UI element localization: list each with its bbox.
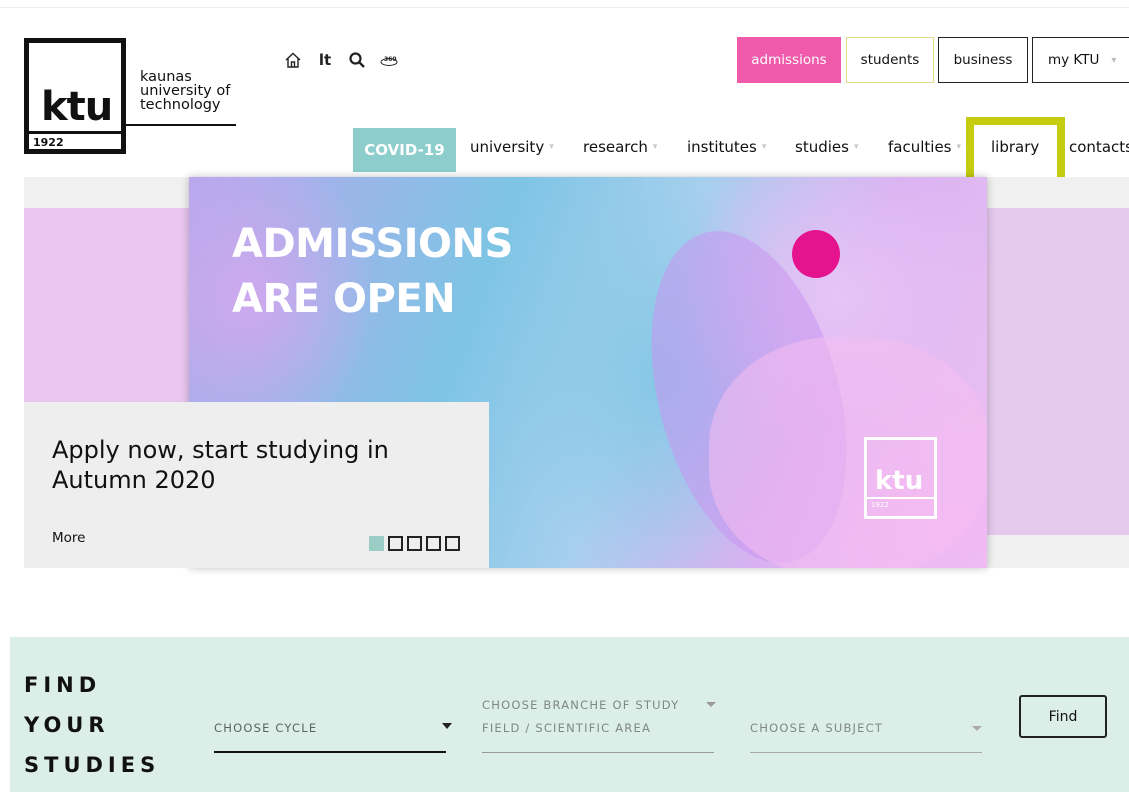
branch-select-sublabel: FIELD / SCIENTIFIC AREA bbox=[482, 721, 652, 735]
hero-abstract-shape bbox=[709, 337, 987, 568]
hero-headline: ADMISSIONS ARE OPEN bbox=[232, 217, 513, 327]
hero-logo-mark: ktu bbox=[875, 466, 924, 496]
chevron-down-icon: ▾ bbox=[761, 142, 767, 152]
dropdown-arrow-icon bbox=[972, 726, 982, 731]
nav-item-studies[interactable]: studies ▾ bbox=[795, 138, 858, 156]
covid-button[interactable]: COVID-19 bbox=[353, 128, 456, 172]
logo-underline bbox=[126, 124, 236, 126]
find-studies-title-line: YOUR bbox=[24, 713, 110, 737]
home-icon[interactable] bbox=[282, 50, 304, 70]
nav-item-label: contacts bbox=[1069, 138, 1129, 156]
hero-headline-line: ARE OPEN bbox=[232, 276, 456, 322]
nav-item-label: research bbox=[583, 138, 648, 156]
admissions-button[interactable]: admissions bbox=[737, 37, 841, 83]
find-studies-title: FIND YOUR STUDIES bbox=[24, 665, 160, 785]
logo-mark: ktu bbox=[41, 84, 113, 130]
cycle-select-label: CHOOSE CYCLE bbox=[214, 721, 318, 735]
nav-item-label: faculties bbox=[888, 138, 952, 156]
slide-dot-active[interactable] bbox=[369, 536, 384, 551]
dropdown-arrow-icon bbox=[706, 702, 716, 707]
language-switch[interactable]: lt bbox=[314, 50, 336, 70]
nav-item-institutes[interactable]: institutes ▾ bbox=[687, 138, 766, 156]
nav-item-contacts[interactable]: contacts bbox=[1069, 138, 1129, 156]
my-ktu-button[interactable]: my KTU ▾ bbox=[1032, 37, 1129, 83]
find-studies-title-line: STUDIES bbox=[24, 753, 161, 777]
more-link[interactable]: More bbox=[52, 530, 85, 546]
top-divider bbox=[0, 7, 1129, 8]
hero-caption-card: Apply now, start studying in Autumn 2020… bbox=[24, 402, 489, 568]
find-studies-title-line: FIND bbox=[24, 673, 102, 697]
chevron-down-icon: ▾ bbox=[1111, 54, 1117, 66]
ktu-logo[interactable]: ktu 1922 bbox=[24, 38, 126, 154]
hero-logo-year: 1922 bbox=[871, 501, 889, 509]
hero-logo-divider bbox=[867, 497, 934, 499]
chevron-down-icon: ▾ bbox=[652, 142, 658, 152]
subject-select[interactable]: CHOOSE A SUBJECT bbox=[750, 709, 982, 753]
slide-dot[interactable] bbox=[426, 536, 441, 551]
university-name[interactable]: kaunas university of technology bbox=[140, 69, 250, 113]
university-name-line: kaunas bbox=[140, 69, 192, 85]
students-button[interactable]: students bbox=[846, 37, 934, 83]
nav-item-university[interactable]: university ▾ bbox=[470, 138, 554, 156]
logo-year: 1922 bbox=[33, 136, 64, 149]
dropdown-arrow-icon bbox=[442, 723, 452, 729]
branch-select-label: CHOOSE BRANCHE OF STUDY bbox=[482, 698, 680, 712]
cycle-select[interactable]: CHOOSE CYCLE bbox=[214, 709, 452, 753]
hero-side-panel-right bbox=[985, 208, 1129, 535]
utility-bar: lt 360 bbox=[282, 50, 400, 70]
chevron-down-icon: ▾ bbox=[956, 142, 962, 152]
slide-dot[interactable] bbox=[388, 536, 403, 551]
university-name-line: university of bbox=[140, 83, 231, 99]
find-studies-panel: FIND YOUR STUDIES CHOOSE CYCLE CHOOSE BR… bbox=[10, 637, 1129, 792]
chevron-down-icon: ▾ bbox=[549, 142, 554, 152]
nav-item-label: university bbox=[470, 138, 545, 156]
search-icon[interactable] bbox=[346, 50, 368, 70]
nav-item-label: institutes bbox=[687, 138, 757, 156]
slide-dot[interactable] bbox=[445, 536, 460, 551]
hero-ktu-logo: ktu 1922 bbox=[864, 437, 937, 519]
nav-item-research[interactable]: research ▾ bbox=[583, 138, 657, 156]
business-button[interactable]: business bbox=[938, 37, 1028, 83]
my-ktu-label: my KTU bbox=[1048, 52, 1100, 68]
slide-dot[interactable] bbox=[407, 536, 422, 551]
nav-item-label: studies bbox=[795, 138, 849, 156]
slider-pagination bbox=[369, 536, 460, 551]
logo-divider bbox=[29, 131, 121, 134]
hero-magenta-dot bbox=[792, 230, 840, 278]
chevron-down-icon: ▾ bbox=[853, 142, 859, 152]
branch-select[interactable]: CHOOSE BRANCHE OF STUDY FIELD / SCIENTIF… bbox=[482, 695, 716, 753]
hero-side-panel-left bbox=[24, 208, 194, 403]
university-name-line: technology bbox=[140, 97, 221, 113]
svg-text:360: 360 bbox=[384, 56, 397, 63]
360-view-icon[interactable]: 360 bbox=[378, 50, 400, 70]
nav-item-faculties[interactable]: faculties ▾ bbox=[888, 138, 961, 156]
find-button[interactable]: Find bbox=[1019, 695, 1107, 738]
hero-card-title: Apply now, start studying in Autumn 2020 bbox=[52, 436, 389, 494]
subject-select-label: CHOOSE A SUBJECT bbox=[750, 721, 884, 735]
hero-headline-line: ADMISSIONS bbox=[232, 221, 513, 267]
